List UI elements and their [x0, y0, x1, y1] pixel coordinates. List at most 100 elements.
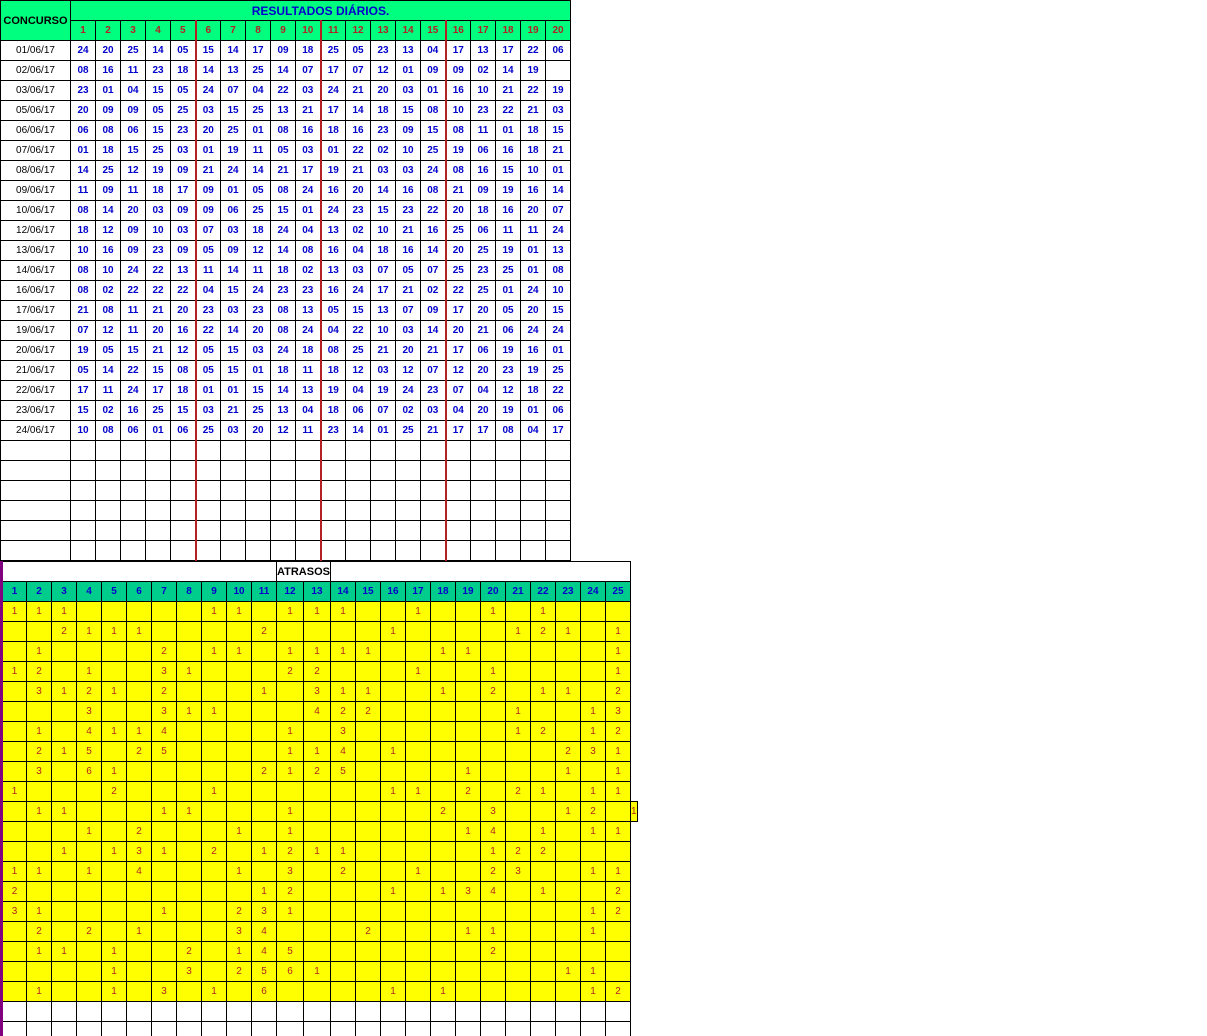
- result-cell: 21: [446, 181, 471, 201]
- atraso-cell: 2: [480, 862, 505, 882]
- atraso-cell: 1: [405, 782, 430, 802]
- result-cell: 18: [271, 261, 296, 281]
- atraso-cell: [455, 982, 480, 1002]
- atraso-col-20: 20: [480, 582, 505, 602]
- atraso-cell: [127, 662, 152, 682]
- result-cell: 01: [246, 361, 271, 381]
- atraso-cell: [430, 702, 455, 722]
- atraso-cell: [77, 842, 102, 862]
- result-cell: 08: [546, 261, 571, 281]
- result-cell: 10: [521, 161, 546, 181]
- date-cell: 19/06/17: [1, 321, 71, 341]
- result-cell: 17: [71, 381, 96, 401]
- atraso-cell: [102, 822, 127, 842]
- atraso-cell: [52, 822, 77, 842]
- atraso-cell: [530, 662, 555, 682]
- atraso-cell: 2: [152, 642, 177, 662]
- result-cell: 19: [521, 61, 546, 81]
- atraso-cell: 1: [555, 762, 580, 782]
- result-cell: 25: [196, 421, 221, 441]
- atraso-cell: [530, 762, 555, 782]
- atraso-cell: 3: [303, 682, 330, 702]
- result-cell: 21: [546, 141, 571, 161]
- result-cell: 19: [221, 141, 246, 161]
- result-cell: 22: [121, 361, 146, 381]
- atraso-cell: [405, 922, 430, 942]
- atraso-cell: [480, 642, 505, 662]
- atraso-cell: 2: [480, 942, 505, 962]
- atraso-cell: [580, 682, 605, 702]
- atraso-cell: 1: [177, 802, 202, 822]
- result-cell: 14: [96, 201, 121, 221]
- result-cell: 06: [121, 121, 146, 141]
- result-cell: 08: [296, 241, 321, 261]
- result-cell: 19: [496, 401, 521, 421]
- atraso-cell: 1: [555, 962, 580, 982]
- result-col-16: 16: [446, 21, 471, 41]
- atraso-cell: 1: [630, 802, 637, 822]
- atraso-col-14: 14: [330, 582, 355, 602]
- atraso-cell: 2: [530, 622, 555, 642]
- atraso-cell: [480, 702, 505, 722]
- atraso-cell: [2, 762, 27, 782]
- atraso-cell: 2: [505, 782, 530, 802]
- result-col-4: 4: [146, 21, 171, 41]
- result-cell: 20: [471, 361, 496, 381]
- result-cell: 24: [271, 341, 296, 361]
- atraso-cell: [330, 902, 355, 922]
- atraso-cell: [277, 782, 304, 802]
- result-cell: 25: [246, 401, 271, 421]
- result-cell: 04: [521, 421, 546, 441]
- result-cell: 10: [371, 221, 396, 241]
- result-cell: 02: [371, 141, 396, 161]
- result-cell: 17: [446, 301, 471, 321]
- result-cell: 22: [146, 261, 171, 281]
- result-cell: 02: [471, 61, 496, 81]
- atrasos-title: ATRASOS: [277, 562, 331, 582]
- atraso-cell: [127, 982, 152, 1002]
- result-cell: 09: [96, 101, 121, 121]
- atraso-cell: [380, 862, 405, 882]
- result-cell: 19: [321, 161, 346, 181]
- atraso-cell: [505, 902, 530, 922]
- atraso-cell: 1: [330, 642, 355, 662]
- atraso-cell: 1: [455, 762, 480, 782]
- atraso-cell: [202, 822, 227, 842]
- atraso-cell: 1: [27, 602, 52, 622]
- result-cell: 09: [396, 121, 421, 141]
- result-cell: 04: [121, 81, 146, 101]
- result-cell: 08: [96, 301, 121, 321]
- result-cell: 07: [296, 61, 321, 81]
- date-cell: 05/06/17: [1, 101, 71, 121]
- atraso-cell: [152, 822, 177, 842]
- result-cell: 02: [396, 401, 421, 421]
- result-cell: 21: [521, 101, 546, 121]
- atraso-cell: [405, 982, 430, 1002]
- atraso-cell: 5: [77, 742, 102, 762]
- result-cell: 01: [221, 381, 246, 401]
- result-cell: 24: [121, 381, 146, 401]
- result-cell: 25: [246, 101, 271, 121]
- result-cell: 20: [521, 201, 546, 221]
- atraso-cell: [455, 802, 480, 822]
- atraso-cell: 1: [430, 682, 455, 702]
- atraso-cell: [355, 622, 380, 642]
- result-cell: 02: [346, 221, 371, 241]
- atraso-cell: [252, 782, 277, 802]
- atraso-cell: [530, 862, 555, 882]
- result-cell: 24: [546, 321, 571, 341]
- date-cell: 12/06/17: [1, 221, 71, 241]
- result-cell: 06: [121, 421, 146, 441]
- atraso-cell: [303, 622, 330, 642]
- atraso-cell: 1: [227, 602, 252, 622]
- result-cell: 12: [121, 161, 146, 181]
- result-cell: 17: [471, 421, 496, 441]
- result-cell: 23: [146, 61, 171, 81]
- result-cell: 23: [496, 361, 521, 381]
- atraso-cell: [303, 942, 330, 962]
- result-cell: 23: [71, 81, 96, 101]
- atraso-cell: [152, 762, 177, 782]
- result-cell: 15: [171, 401, 196, 421]
- result-cell: 03: [421, 401, 446, 421]
- atraso-cell: 1: [605, 822, 630, 842]
